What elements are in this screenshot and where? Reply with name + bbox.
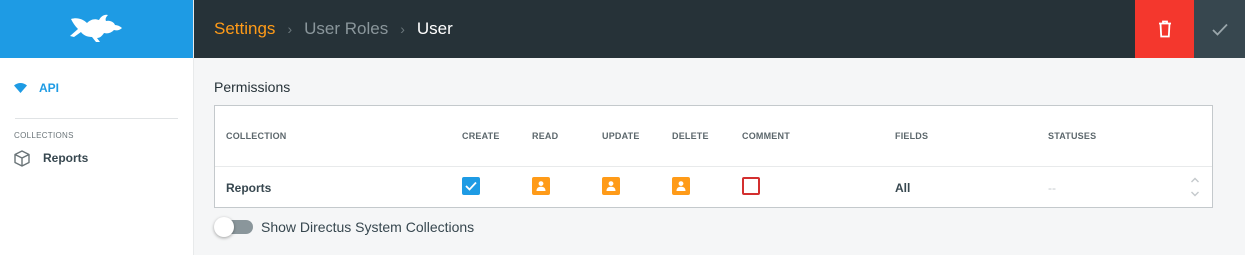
expand-arrows-icon[interactable] [1190,176,1200,198]
breadcrumb-separator: › [400,21,405,37]
statuses-value[interactable]: -- [1048,181,1056,195]
person-icon [536,181,546,191]
sidebar: API COLLECTIONS Reports [0,0,194,255]
delete-button[interactable] [1135,0,1194,58]
box-icon [14,149,30,167]
fields-value[interactable]: All [895,181,910,195]
delete-permission-checkbox[interactable] [672,177,690,195]
table-row: Reports All -- [215,167,1212,207]
breadcrumb-separator: › [287,21,293,37]
toggle-label: Show Directus System Collections [261,219,475,235]
breadcrumb-user-roles[interactable]: User Roles [304,19,388,39]
collection-name: Reports [226,181,272,195]
sidebar-item-reports[interactable]: Reports [0,146,193,170]
permissions-title: Permissions [214,79,291,95]
trash-icon [1158,20,1171,38]
column-header: UPDATE [602,131,640,141]
collections-heading: COLLECTIONS [14,131,74,140]
wifi-icon [14,83,27,93]
check-icon [1211,23,1228,36]
sidebar-divider [15,118,178,119]
permissions-table: COLLECTION CREATE READ UPDATE DELETE COM… [214,105,1213,208]
update-permission-checkbox[interactable] [602,177,620,195]
column-header: COLLECTION [226,131,287,141]
column-header: COMMENT [742,131,790,141]
sidebar-item-label: Reports [43,151,89,165]
column-header: FIELDS [895,131,929,141]
person-icon [676,181,686,191]
comment-permission-checkbox[interactable] [742,177,760,195]
toggle-knob [214,217,234,237]
check-icon [465,181,477,191]
person-icon [606,181,616,191]
rabbit-logo-icon [69,14,122,42]
column-header: CREATE [462,131,500,141]
sidebar-item-label: API [39,81,60,95]
read-permission-checkbox[interactable] [532,177,550,195]
header-bar: Settings › User Roles › User [194,0,1245,58]
sidebar-item-api[interactable]: API [0,74,193,102]
breadcrumb-user: User [416,19,453,38]
system-collections-toggle[interactable]: Show Directus System Collections [214,217,475,237]
save-button[interactable] [1194,0,1245,58]
column-header: STATUSES [1048,131,1097,141]
column-header: READ [532,131,559,141]
table-header: COLLECTION CREATE READ UPDATE DELETE COM… [215,106,1212,167]
logo[interactable] [0,0,193,58]
main-content: Permissions COLLECTION CREATE READ UPDAT… [194,58,1245,255]
breadcrumb-settings[interactable]: Settings [214,19,275,39]
toggle-switch[interactable] [214,217,253,237]
create-permission-checkbox[interactable] [462,177,480,195]
column-header: DELETE [672,131,709,141]
breadcrumb: Settings › User Roles › User [194,19,453,39]
